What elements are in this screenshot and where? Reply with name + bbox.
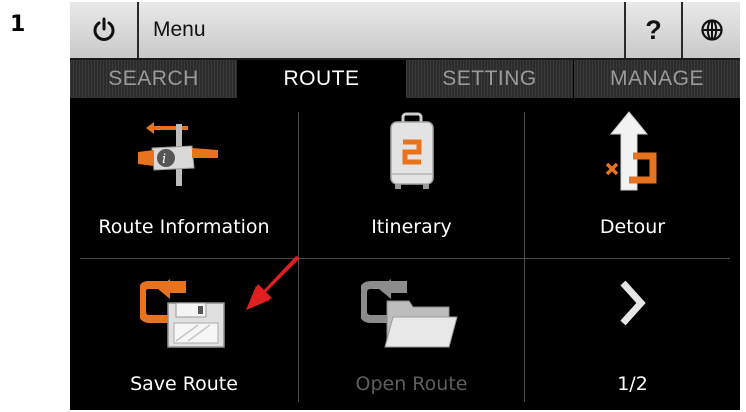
tab-bar: SEARCH ROUTE SETTING MANAGE <box>70 60 740 98</box>
language-button[interactable] <box>683 2 740 58</box>
menu-label: Menu <box>153 18 206 41</box>
device-screen: Menu ? SEARCH ROUTE SETTING MANAGE i Rou… <box>70 2 740 410</box>
itinerary-icon <box>390 112 434 189</box>
menu-button[interactable]: Menu <box>139 2 624 58</box>
power-button[interactable] <box>70 2 137 58</box>
route-information-button[interactable]: i Route Information <box>70 100 298 257</box>
open-route-label: Open Route <box>355 373 468 395</box>
power-icon <box>93 17 114 41</box>
page-indicator: 1/2 <box>617 373 648 395</box>
svg-text:i: i <box>162 152 166 167</box>
detour-button[interactable]: Detour <box>525 100 740 257</box>
detour-label: Detour <box>599 216 666 238</box>
next-page-button[interactable]: 1/2 <box>525 259 740 410</box>
tab-search[interactable]: SEARCH <box>70 60 237 98</box>
red-arrow-icon <box>246 256 300 310</box>
route-information-label: Route Information <box>98 216 270 238</box>
detour-icon <box>605 111 657 191</box>
help-button[interactable]: ? <box>626 2 681 58</box>
tab-route[interactable]: ROUTE <box>238 60 405 98</box>
itinerary-label: Itinerary <box>371 216 452 238</box>
tab-setting[interactable]: SETTING <box>406 60 573 98</box>
save-route-icon <box>140 279 225 348</box>
next-page-icon <box>620 280 646 326</box>
help-label: ? <box>645 14 662 45</box>
tab-manage[interactable]: MANAGE <box>574 60 740 98</box>
open-route-icon <box>361 279 458 348</box>
step-number: 1 <box>10 12 26 37</box>
title-bar: Menu ? <box>70 2 740 60</box>
route-information-icon: i <box>138 122 218 186</box>
globe-icon <box>700 19 723 41</box>
itinerary-button[interactable]: Itinerary <box>299 100 524 257</box>
open-route-button[interactable]: Open Route <box>299 259 524 410</box>
save-route-label: Save Route <box>130 373 238 395</box>
